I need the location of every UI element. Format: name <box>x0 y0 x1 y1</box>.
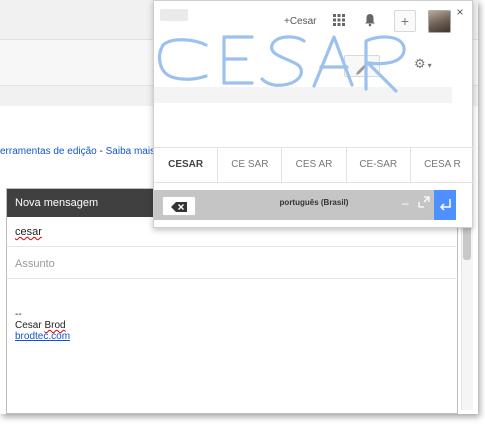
enter-button[interactable] <box>434 190 456 220</box>
editing-tools-notice: erramentas de edição - Saiba mais <box>0 146 155 157</box>
candidate-5[interactable]: CESA R <box>411 148 474 182</box>
language-label: português (Brasil) <box>279 198 349 207</box>
editing-tools-link[interactable]: erramentas de edição <box>0 146 97 157</box>
backspace-button[interactable] <box>162 196 196 216</box>
signature-dashes: -- <box>15 309 22 320</box>
message-body[interactable]: -- Cesar Brod brodtec.com <box>15 309 70 342</box>
candidate-2[interactable]: CE SAR <box>218 148 283 182</box>
learn-more-link[interactable]: Saiba mais <box>106 146 155 157</box>
signature-first-name: Cesar <box>15 320 42 331</box>
signature-name: Cesar Brod <box>15 320 70 331</box>
candidate-4[interactable]: CE-SAR <box>347 148 411 182</box>
enter-icon <box>439 199 451 211</box>
signature-link[interactable]: brodtec.com <box>15 331 70 342</box>
minimize-icon[interactable]: – <box>402 196 412 210</box>
notice-separator: - <box>96 146 106 157</box>
handwriting-toolbar: português (Brasil) – <box>154 190 456 220</box>
to-recipient: cesar <box>15 226 42 238</box>
handwriting-canvas[interactable]: +Cesar + × ⚙ ▾ <box>154 1 474 146</box>
subject-field[interactable]: Assunto <box>7 249 459 279</box>
expand-icon[interactable] <box>418 196 430 208</box>
candidate-1[interactable]: CESAR <box>154 148 219 182</box>
handwriting-input-panel: +Cesar + × ⚙ ▾ CESAR CE SAR CES AR CE-SA… <box>153 0 474 228</box>
candidate-list: CESAR CE SAR CES AR CE-SAR CESA R <box>154 147 474 183</box>
handwritten-ink <box>158 35 406 93</box>
backspace-icon <box>171 202 187 212</box>
candidate-3[interactable]: CES AR <box>282 148 347 182</box>
signature-last-name: Brod <box>44 320 66 331</box>
